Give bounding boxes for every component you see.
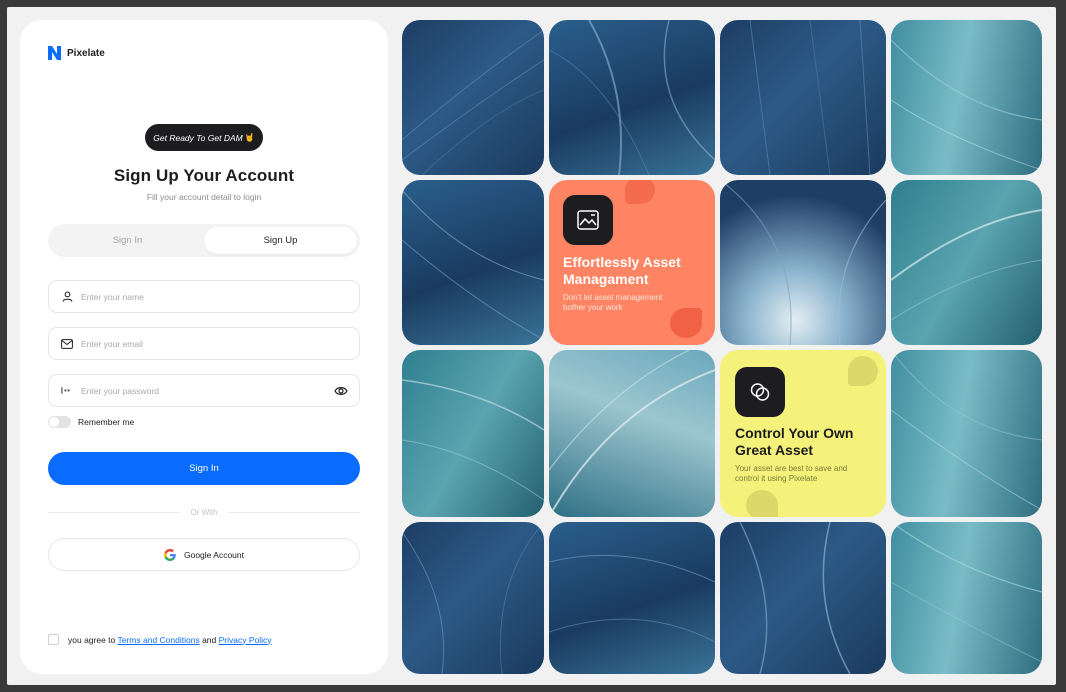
page-subtitle: Fill your account detail to login bbox=[146, 192, 262, 202]
terms-link[interactable]: Terms and Conditions bbox=[117, 635, 199, 645]
signup-panel: Pixelate Get Ready To Get DAM 🤘 Sign Up … bbox=[20, 20, 388, 674]
hero-image-grid: Effortlessly Asset Managament Don't let … bbox=[402, 20, 1042, 674]
card-title: Effortlessly Asset Managament bbox=[563, 254, 681, 287]
google-icon bbox=[163, 548, 176, 561]
auth-tabs: Sign In Sign Up bbox=[48, 224, 360, 257]
control-asset-card: Control Your Own Great Asset Your asset … bbox=[720, 350, 886, 517]
tab-sign-in[interactable]: Sign In bbox=[51, 227, 204, 254]
decor-blob bbox=[746, 490, 778, 517]
leaf-image-tile bbox=[549, 350, 715, 517]
email-input[interactable] bbox=[81, 328, 359, 359]
name-input[interactable] bbox=[81, 281, 359, 312]
leaf-image-tile bbox=[720, 180, 886, 345]
agreement-prefix: you agree to bbox=[68, 634, 116, 645]
rock-hand-icon: 🤘 bbox=[244, 133, 255, 142]
leaf-image-tile bbox=[402, 522, 544, 674]
leaf-image-tile bbox=[720, 522, 886, 674]
leaf-image-tile bbox=[402, 20, 544, 175]
email-field bbox=[48, 327, 360, 360]
agreement-row: you agree to Terms and Conditions and Pr… bbox=[48, 634, 272, 645]
divider-label: Or With bbox=[190, 507, 218, 517]
leaf-image-tile bbox=[549, 20, 715, 175]
privacy-link[interactable]: Privacy Policy bbox=[219, 635, 272, 645]
card-title: Control Your Own Great Asset bbox=[735, 425, 854, 458]
card-description: Your asset are best to save and control … bbox=[735, 464, 848, 483]
remember-me: Remember me bbox=[48, 416, 134, 428]
sign-in-button[interactable]: Sign In bbox=[48, 452, 360, 485]
google-button-label: Google Account bbox=[183, 549, 244, 560]
or-divider: Or With bbox=[48, 506, 361, 518]
pixelate-logo-icon bbox=[48, 46, 61, 60]
promo-pill-text: Get Ready To Get DAM bbox=[153, 132, 243, 143]
page-title: Sign Up Your Account bbox=[113, 166, 295, 185]
leaf-image-tile bbox=[891, 522, 1042, 674]
leaf-image-tile bbox=[720, 20, 886, 175]
overlap-circles-icon bbox=[735, 367, 785, 417]
divider-line bbox=[48, 511, 181, 513]
user-icon bbox=[61, 291, 73, 303]
agreement-checkbox[interactable] bbox=[48, 634, 59, 645]
eye-icon[interactable] bbox=[334, 385, 348, 397]
card-description: Don't let asset management bother your w… bbox=[563, 293, 663, 312]
promo-pill: Get Ready To Get DAM 🤘 bbox=[145, 124, 263, 151]
mail-icon bbox=[61, 338, 73, 350]
leaf-image-tile bbox=[402, 350, 544, 517]
leaf-image-tile bbox=[549, 522, 715, 674]
leaf-image-tile bbox=[891, 350, 1042, 517]
svg-text:**: ** bbox=[64, 387, 71, 395]
brand-logo[interactable]: Pixelate bbox=[48, 46, 105, 60]
agreement-text: you agree to Terms and Conditions and Pr… bbox=[68, 635, 272, 645]
remember-toggle[interactable] bbox=[48, 416, 71, 428]
tab-sign-up[interactable]: Sign Up bbox=[204, 227, 357, 254]
brand-name: Pixelate bbox=[67, 47, 105, 59]
image-edit-icon bbox=[563, 195, 613, 245]
decor-blob bbox=[848, 356, 878, 386]
divider-line bbox=[227, 511, 361, 513]
password-icon: ** bbox=[61, 385, 73, 397]
google-account-button[interactable]: Google Account bbox=[48, 538, 360, 571]
leaf-image-tile bbox=[891, 180, 1042, 345]
remember-label: Remember me bbox=[78, 417, 135, 427]
password-input[interactable] bbox=[81, 375, 359, 406]
password-field: ** bbox=[48, 374, 360, 407]
asset-management-card: Effortlessly Asset Managament Don't let … bbox=[549, 180, 715, 345]
name-field bbox=[48, 280, 360, 313]
leaf-image-tile bbox=[891, 20, 1042, 175]
agreement-and: and bbox=[202, 634, 217, 645]
leaf-image-tile bbox=[402, 180, 544, 345]
decor-blob bbox=[625, 180, 655, 204]
